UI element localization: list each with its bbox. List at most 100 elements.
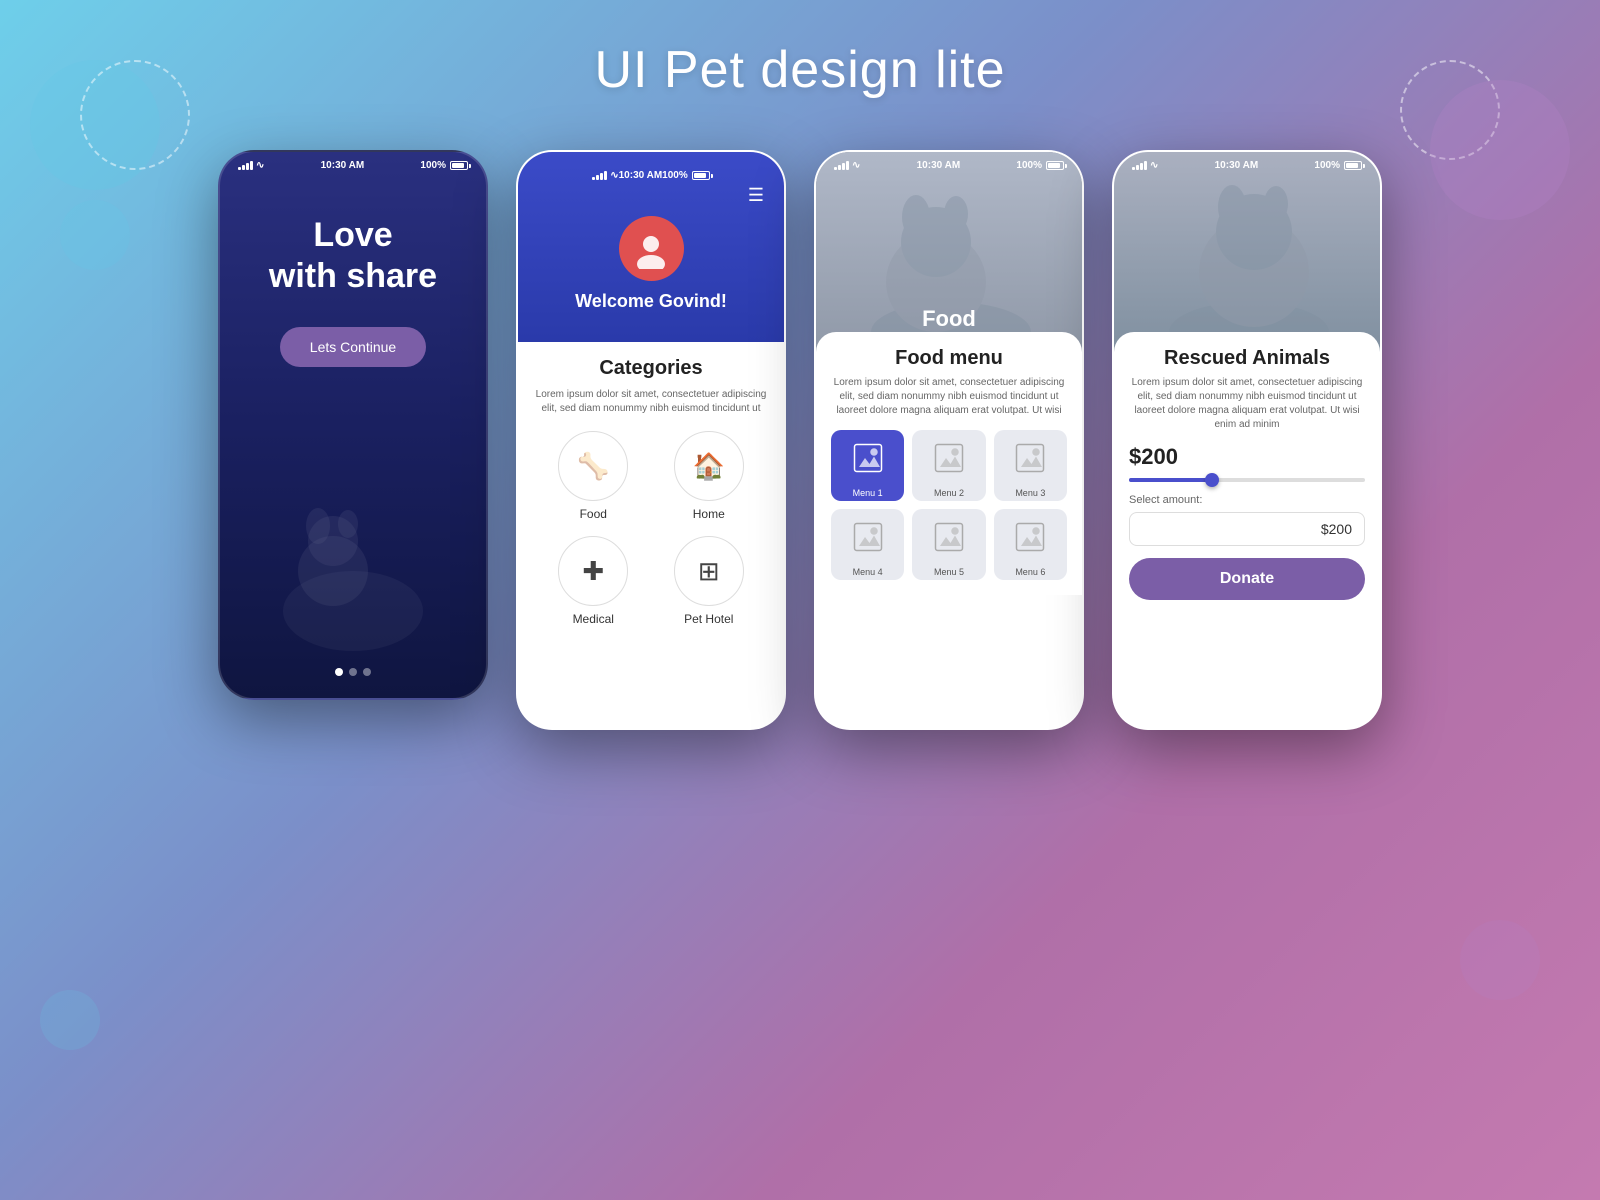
deco-circle-1 <box>30 60 160 190</box>
food-menu-desc: Lorem ipsum dolor sit amet, consectetuer… <box>831 376 1067 418</box>
phone1-status-right: 100% <box>420 160 468 171</box>
phone2-battery-icon <box>692 171 710 180</box>
phone2-header: ∿ 10:30 AM 100% ☰ Welcome Govind! <box>518 152 784 342</box>
dot-1 <box>335 668 343 676</box>
donation-slider-container <box>1129 478 1365 482</box>
deco-circle-7 <box>40 990 100 1050</box>
menu-label-3: Menu 3 <box>1012 485 1048 501</box>
dot-3 <box>363 668 371 676</box>
dot-2 <box>349 668 357 676</box>
categories-desc: Lorem ipsum dolor sit amet, consectetuer… <box>533 388 769 416</box>
menu-item-5[interactable]: Menu 5 <box>912 509 985 580</box>
category-home[interactable]: 🏠 Home <box>659 431 760 521</box>
phone3-status-right: 100% <box>1016 160 1064 171</box>
phone-3: ∿ 10:30 AM 100% Food Food m <box>814 150 1084 730</box>
menu-thumb-2 <box>912 430 985 485</box>
phone3-status-bar: ∿ 10:30 AM 100% <box>816 152 1082 175</box>
category-pet-hotel[interactable]: ⊞ Pet Hotel <box>659 536 760 626</box>
menu-item-3[interactable]: Menu 3 <box>994 430 1067 501</box>
phone-2: ∿ 10:30 AM 100% ☰ Welcome Govind! Catego… <box>516 150 786 730</box>
deco-circle-2 <box>60 200 130 270</box>
categories-grid: 🦴 Food 🏠 Home ✚ Medical ⊞ Pet Hotel <box>533 431 769 626</box>
menu-label-5: Menu 5 <box>931 564 967 580</box>
rescued-header-image <box>1114 152 1380 352</box>
deco-circle-6 <box>1460 920 1540 1000</box>
slider-thumb[interactable] <box>1205 473 1219 487</box>
phone3-wifi-icon: ∿ <box>852 160 860 171</box>
donate-button[interactable]: Donate <box>1129 558 1365 600</box>
menu-thumb-5 <box>912 509 985 564</box>
menu-item-1[interactable]: Menu 1 <box>831 430 904 501</box>
menu-item-4[interactable]: Menu 4 <box>831 509 904 580</box>
category-medical[interactable]: ✚ Medical <box>543 536 644 626</box>
phone1-heading: Love with share <box>269 215 437 297</box>
phone1-signal <box>238 161 253 170</box>
select-amount-label: Select amount: <box>1129 494 1365 506</box>
menu-label-4: Menu 4 <box>850 564 886 580</box>
phone1-body: Love with share Lets Continue <box>220 175 486 691</box>
phone2-time: 10:30 AM <box>619 170 663 181</box>
slider-fill <box>1129 478 1212 482</box>
phone4-signal <box>1132 161 1147 170</box>
phone3-header: ∿ 10:30 AM 100% Food <box>816 152 1082 352</box>
deco-circle-5 <box>1430 80 1570 220</box>
phone4-battery-text: 100% <box>1314 160 1340 171</box>
welcome-text: Welcome Govind! <box>575 291 727 312</box>
phone2-wifi-icon: ∿ <box>610 170 618 181</box>
menu-thumb-3 <box>994 430 1067 485</box>
phone3-time: 10:30 AM <box>917 160 961 171</box>
phone1-wifi-icon: ∿ <box>256 160 264 171</box>
home-icon-circle: 🏠 <box>674 431 744 501</box>
deco-circle-3 <box>80 60 190 170</box>
phone3-status-left: ∿ <box>834 160 860 171</box>
rescued-animals-title: Rescued Animals <box>1129 347 1365 370</box>
phone1-time: 10:30 AM <box>321 160 365 171</box>
phone2-status-bar: ∿ 10:30 AM 100% <box>574 162 728 185</box>
phone3-signal <box>834 161 849 170</box>
phone4-header: ∿ 10:30 AM 100% <box>1114 152 1380 352</box>
phone1-battery-icon <box>450 161 468 170</box>
menu-grid: Menu 1 Menu 2 <box>831 430 1067 580</box>
home-label: Home <box>693 507 725 521</box>
category-food[interactable]: 🦴 Food <box>543 431 644 521</box>
categories-title: Categories <box>533 357 769 380</box>
menu-label-1: Menu 1 <box>850 485 886 501</box>
phone4-status-left: ∿ <box>1132 160 1158 171</box>
phone3-battery-text: 100% <box>1016 160 1042 171</box>
phone1-battery-text: 100% <box>420 160 446 171</box>
dog-silhouette <box>253 461 453 661</box>
phone1-status-left: ∿ <box>238 160 264 171</box>
phone3-body: Food menu Lorem ipsum dolor sit amet, co… <box>816 332 1082 595</box>
phone1-heading-line2: with share <box>269 257 437 295</box>
user-avatar <box>619 216 684 281</box>
hamburger-menu-icon[interactable]: ☰ <box>748 185 764 206</box>
food-icon-circle: 🦴 <box>558 431 628 501</box>
medical-icon-circle: ✚ <box>558 536 628 606</box>
food-header-title: Food <box>816 306 1082 332</box>
pet-hotel-label: Pet Hotel <box>684 612 733 626</box>
lets-continue-button[interactable]: Lets Continue <box>280 327 426 367</box>
slider-track <box>1129 478 1365 482</box>
phone4-time: 10:30 AM <box>1215 160 1259 171</box>
page-title: UI Pet design lite <box>594 40 1005 100</box>
phone2-status-left: ∿ <box>592 170 618 181</box>
rescued-animals-desc: Lorem ipsum dolor sit amet, consectetuer… <box>1129 376 1365 432</box>
phone2-signal <box>592 171 607 180</box>
menu-item-2[interactable]: Menu 2 <box>912 430 985 501</box>
phone-4: ∿ 10:30 AM 100% Rescued Animals <box>1112 150 1382 730</box>
menu-item-6[interactable]: Menu 6 <box>994 509 1067 580</box>
phone2-body: Categories Lorem ipsum dolor sit amet, c… <box>518 342 784 641</box>
food-label: Food <box>580 507 607 521</box>
phone1-dots <box>335 668 371 676</box>
phone2-status-right: 100% <box>662 170 710 181</box>
phone4-status-right: 100% <box>1314 160 1362 171</box>
phone4-status-bar: ∿ 10:30 AM 100% <box>1114 152 1380 175</box>
phones-container: ∿ 10:30 AM 100% Love with share Lets Con… <box>218 150 1382 730</box>
phone4-wifi-icon: ∿ <box>1150 160 1158 171</box>
phone1-status-bar: ∿ 10:30 AM 100% <box>220 152 486 175</box>
phone4-battery-icon <box>1344 161 1362 170</box>
phone-1: ∿ 10:30 AM 100% Love with share Lets Con… <box>218 150 488 700</box>
phone2-battery-text: 100% <box>662 170 688 181</box>
amount-input-box[interactable]: $200 <box>1129 512 1365 546</box>
menu-thumb-1 <box>831 430 904 485</box>
